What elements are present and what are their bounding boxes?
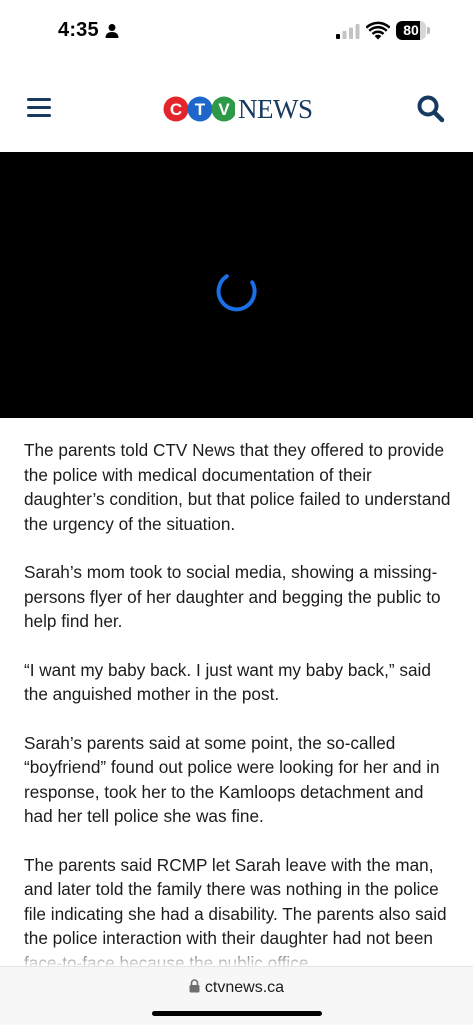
lock-icon <box>189 979 200 993</box>
article-paragraph: The parents told CTV News that they offe… <box>24 440 451 534</box>
video-player[interactable] <box>0 152 473 418</box>
article-fade <box>0 944 473 966</box>
status-time: 4:35 <box>58 19 99 41</box>
ctv-logo-mark: C T V <box>163 96 235 122</box>
wifi-icon <box>366 21 390 40</box>
signal-icon <box>336 24 360 39</box>
battery-icon: 80 <box>396 21 430 40</box>
url-display[interactable]: ctvnews.ca <box>0 979 473 997</box>
article-paragraph: “I want my baby back. I just want my bab… <box>24 659 431 705</box>
article-paragraph: Sarah’s parents said at some point, the … <box>24 732 440 827</box>
battery-percentage: 80 <box>403 22 419 38</box>
menu-bar <box>27 106 51 109</box>
battery-body: 80 <box>396 21 426 40</box>
ctv-news-logo[interactable]: C T V NEWS <box>163 94 313 124</box>
site-header: C T V NEWS <box>0 64 473 153</box>
logo-letter-c: C <box>170 100 182 119</box>
browser-url-bar[interactable]: ctvnews.ca <box>0 966 473 1025</box>
menu-bar <box>27 114 51 117</box>
search-icon[interactable] <box>416 94 446 124</box>
url-text: ctvnews.ca <box>204 979 285 996</box>
article-paragraph: Sarah’s mom took to social media, showin… <box>24 562 441 631</box>
logo-letter-v: V <box>218 100 230 119</box>
hamburger-menu-icon[interactable] <box>22 93 56 123</box>
loading-spinner-icon <box>216 274 257 312</box>
battery-cap <box>427 27 430 34</box>
logo-news-text: NEWS <box>238 94 313 124</box>
status-bar: 4:35 80 <box>0 0 473 64</box>
article-body: The parents told CTV News that they offe… <box>24 438 452 966</box>
logo-letter-t: T <box>195 100 206 119</box>
home-indicator[interactable] <box>152 1011 322 1016</box>
menu-bar <box>27 98 51 101</box>
person-icon <box>105 24 119 38</box>
